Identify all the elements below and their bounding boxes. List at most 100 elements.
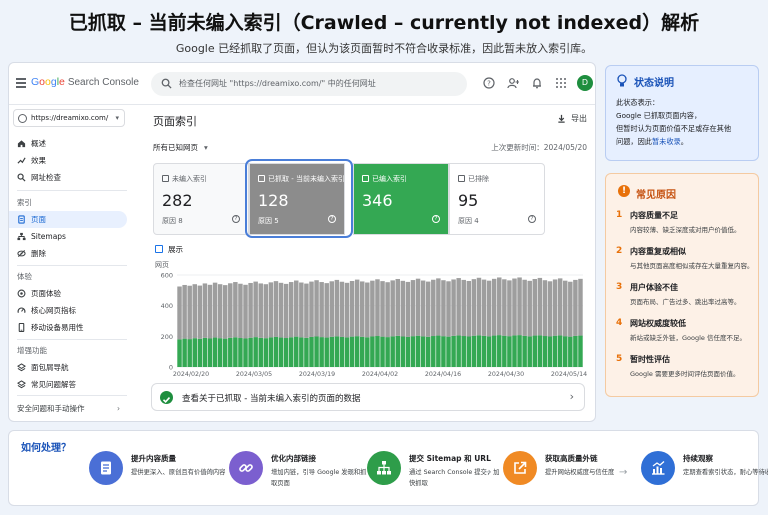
page-experience-icon: [17, 289, 26, 298]
divider: [17, 265, 127, 266]
globe-icon: [18, 114, 27, 123]
bar-not-indexed: [248, 282, 253, 338]
show-checkbox[interactable]: 展示: [155, 244, 183, 255]
bar-not-indexed: [253, 281, 258, 338]
page-title: 已抓取 – 当前未编入索引（Crawled – currently not in…: [68, 12, 700, 34]
home-icon: [17, 140, 26, 148]
export-button[interactable]: 导出: [557, 113, 587, 124]
bar-indexed: [283, 338, 289, 367]
common-reasons-panel: ! 常见原因 1 内容质量不足 内容较薄、缺乏深度或对用户价值低。 2 内容重复或相似…: [605, 173, 759, 397]
bar-indexed: [395, 335, 400, 367]
sidebar-item-breadcrumbs[interactable]: 面包屑导航: [9, 359, 127, 376]
bar-not-indexed: [238, 283, 243, 339]
sidebar-item-url-inspection[interactable]: 网址检查: [9, 169, 127, 186]
x-tick-label: 2024/03/05: [236, 371, 272, 378]
document-icon: [89, 451, 123, 485]
bar-indexed: [354, 336, 360, 367]
sidebar-item-performance[interactable]: 效果: [9, 152, 127, 169]
known-pages-filter[interactable]: 所有已知网页 ▾: [153, 142, 208, 153]
notifications-bell-icon[interactable]: [531, 77, 543, 89]
apps-grid-icon[interactable]: [555, 77, 567, 89]
help-icon[interactable]: ?: [528, 215, 536, 223]
bar-indexed: [248, 337, 253, 367]
bar-indexed: [547, 336, 553, 367]
bar-indexed: [563, 336, 568, 367]
bar-indexed: [253, 337, 258, 367]
gauge-icon: [17, 307, 26, 313]
bar-indexed: [370, 336, 375, 367]
card-excluded[interactable]: 已排除 95 原因 4 ?: [449, 163, 545, 235]
bar-not-indexed: [258, 283, 263, 338]
card-value: 95: [458, 191, 479, 210]
bar-not-indexed: [507, 280, 512, 337]
bar-indexed: [309, 336, 314, 367]
y-axis-label: 网页: [155, 261, 169, 269]
divider: [17, 395, 127, 396]
bar-indexed: [304, 337, 309, 367]
bar-indexed: [375, 336, 380, 367]
bar-not-indexed: [390, 280, 395, 337]
bar-not-indexed: [263, 284, 269, 339]
bar-indexed: [177, 339, 182, 367]
sidebar-item-pages[interactable]: 页面: [9, 211, 127, 228]
card-not-indexed[interactable]: 未编入索引 282 原因 8 ?: [153, 163, 249, 235]
bar-not-indexed: [217, 284, 223, 339]
bar-indexed: [415, 335, 421, 367]
bar-not-indexed: [187, 285, 192, 340]
bar-indexed: [431, 336, 436, 367]
crawled-not-indexed-data-row[interactable]: 查看关于已抓取 - 当前未编入索引的页面的数据 ›: [151, 383, 585, 411]
bar-not-indexed: [568, 281, 573, 337]
bar-not-indexed: [375, 279, 380, 337]
account-avatar[interactable]: D: [577, 75, 593, 91]
google-search-console-logo[interactable]: Google Search Console: [31, 76, 139, 88]
bar-not-indexed: [471, 279, 477, 336]
help-icon[interactable]: ?: [432, 215, 440, 223]
bar-indexed: [522, 335, 527, 367]
chevron-down-icon: ▾: [115, 114, 119, 122]
bar-not-indexed: [339, 281, 345, 337]
bar-not-indexed: [222, 285, 228, 339]
bar-not-indexed: [309, 281, 314, 337]
sidebar-item-mobile-usability[interactable]: 移动设备易用性: [9, 319, 127, 336]
page-indexing-title: 页面索引: [153, 115, 197, 128]
sidebar-item-removals[interactable]: 删除: [9, 245, 127, 262]
menu-icon[interactable]: [16, 78, 26, 88]
row-label: 查看关于已抓取 - 当前未编入索引的页面的数据: [182, 394, 361, 404]
sidebar-item-core-web-vitals[interactable]: 核心网页指标: [9, 302, 127, 319]
card-reason: 原因 4: [458, 217, 479, 225]
bar-indexed: [557, 335, 563, 367]
bar-indexed: [212, 337, 218, 367]
inspect-url-search-bar[interactable]: 检查任何网址 "https://dreamixo.com/" 中的任何网址: [151, 72, 467, 96]
bar-indexed: [349, 336, 355, 367]
bar-indexed: [329, 336, 335, 367]
bar-not-indexed: [415, 278, 421, 336]
property-selector[interactable]: https://dreamixo.com/ ▾: [13, 109, 125, 127]
sidebar-item-page-experience[interactable]: 页面体验: [9, 285, 127, 302]
trend-icon: [17, 157, 26, 164]
bar-not-indexed: [370, 280, 375, 337]
user-settings-icon[interactable]: [507, 77, 519, 89]
bar-indexed: [441, 336, 446, 367]
help-icon[interactable]: ?: [483, 77, 495, 89]
sidebar-item-faq[interactable]: 常见问题解答: [9, 376, 127, 393]
bar-indexed: [344, 337, 350, 367]
sidebar-item-overview[interactable]: 概述: [9, 135, 127, 152]
how-to-handle-section: 如何处理？ 提升内容质量 提供更深入、原创且有价值的内容 → 优化内部链接 增加…: [8, 430, 768, 506]
property-url: https://dreamixo.com/: [31, 114, 109, 122]
card-indexed[interactable]: 已编入索引 346 ?: [353, 163, 449, 235]
help-icon[interactable]: ?: [232, 215, 240, 223]
bar-indexed: [278, 337, 284, 367]
bar-not-indexed: [431, 279, 436, 337]
bar-not-indexed: [537, 277, 543, 336]
y-tick-label: 400: [161, 302, 173, 310]
arrow-icon: →: [205, 467, 214, 478]
bar-not-indexed: [177, 286, 182, 340]
sidebar-item-sitemaps[interactable]: Sitemaps: [9, 228, 127, 245]
bar-not-indexed: [461, 279, 466, 337]
warning-icon: !: [618, 185, 630, 197]
sidebar: https://dreamixo.com/ ▾ 概述 效果 网址检查 索引 页面…: [9, 105, 135, 421]
bar-not-indexed: [451, 279, 456, 336]
sidebar-item-security[interactable]: 安全问题和手动操作 ›: [9, 400, 127, 417]
status-panel-body: 此状态表示： Google 已抓取页面内容， 但暂时认为页面价值不足或存在其他 …: [616, 98, 732, 146]
search-console-window: Google Search Console 检查任何网址 "https://dr…: [8, 62, 596, 422]
